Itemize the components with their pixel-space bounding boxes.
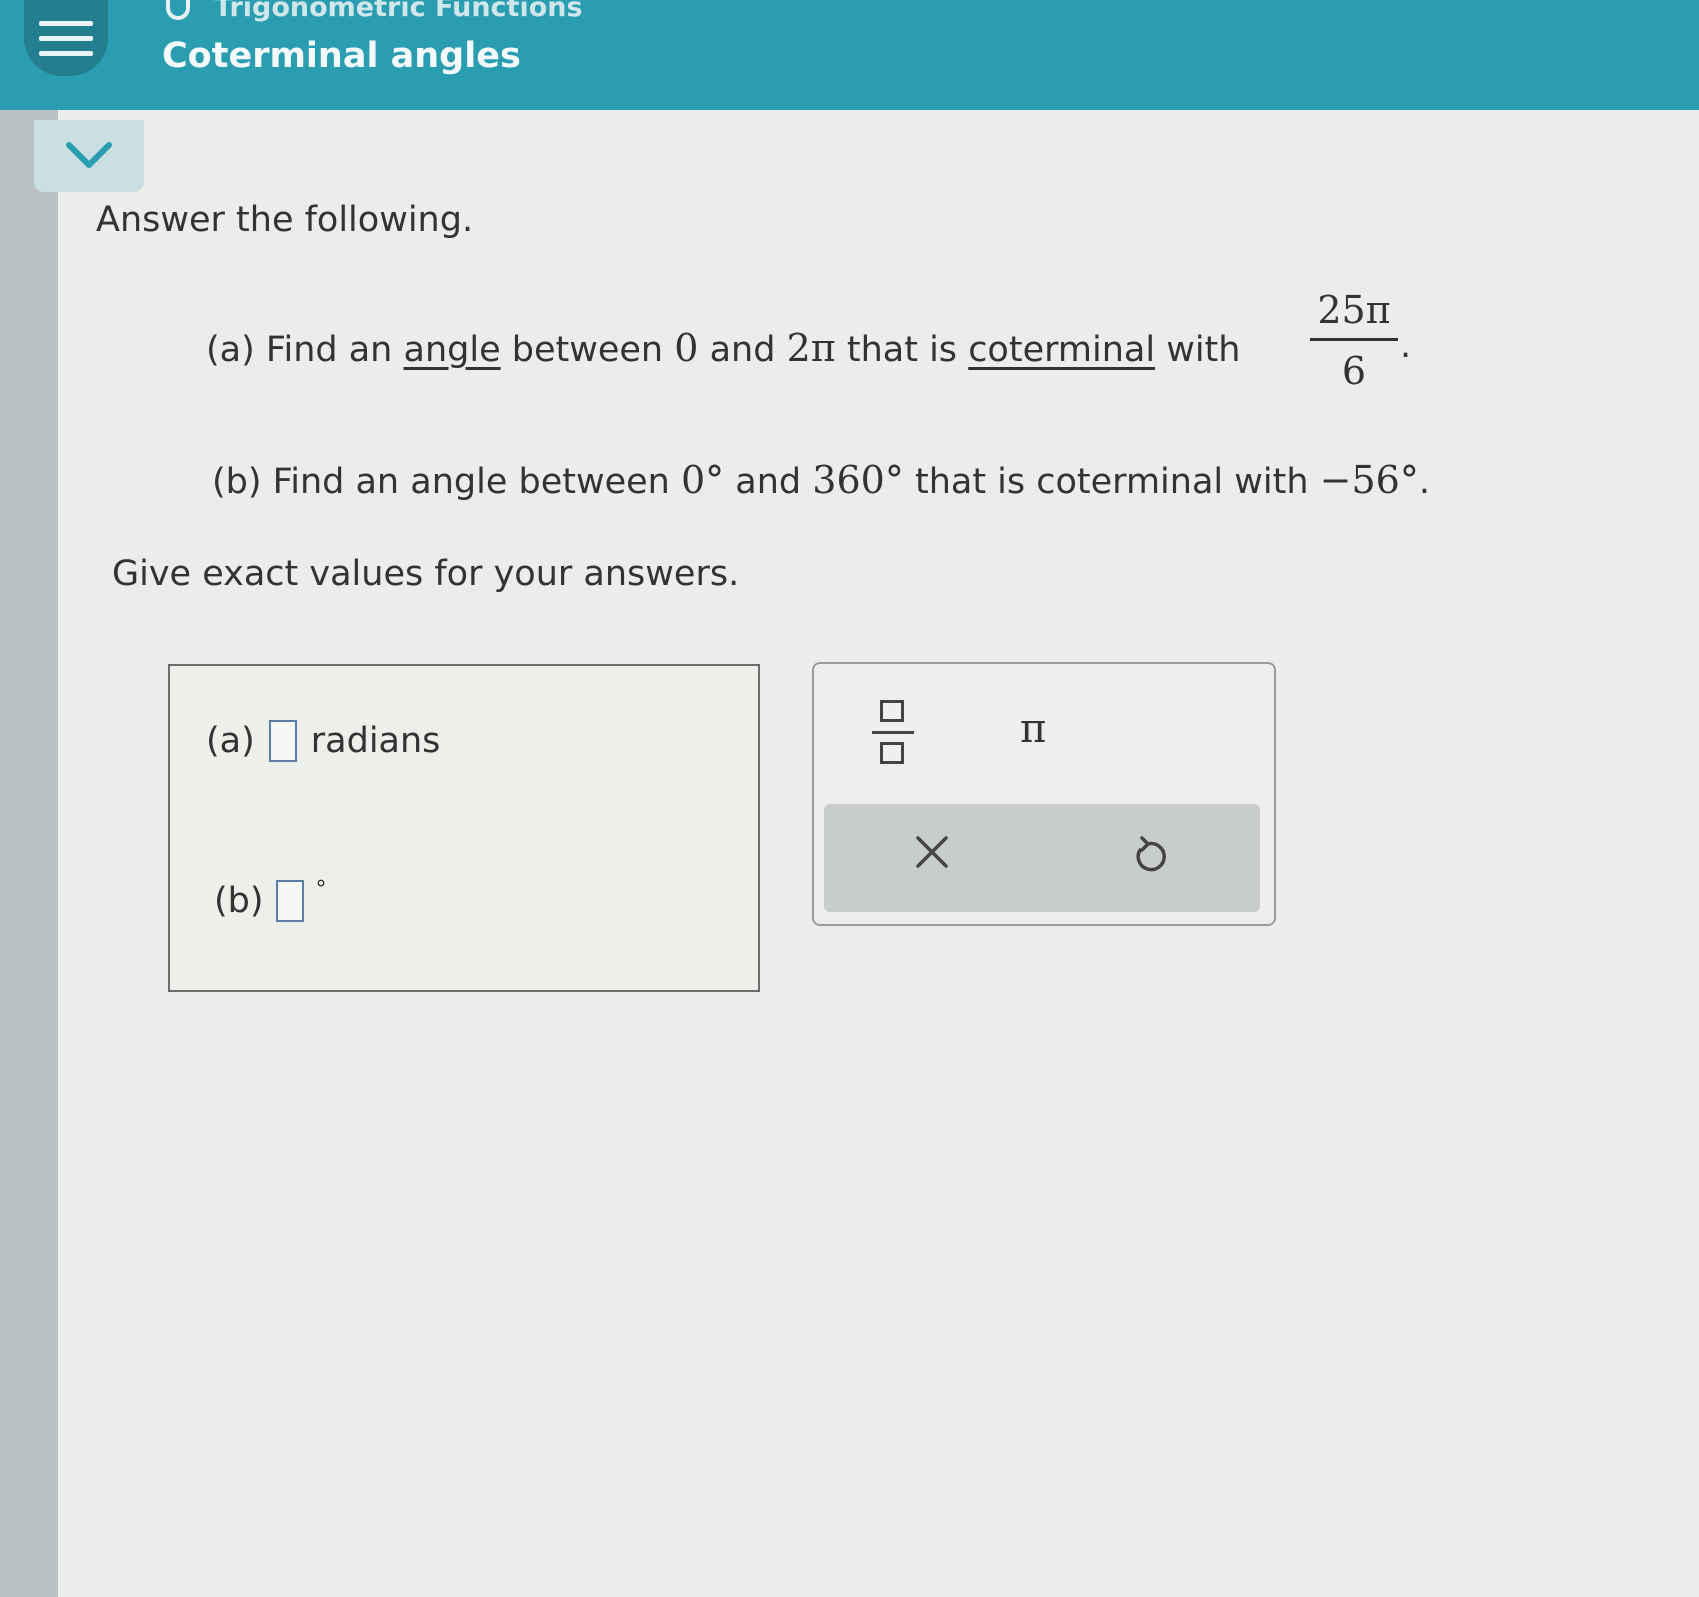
question-part-b: (b) Find an angle between 0° and 360° th… [212,458,1430,502]
part-a-and: and [709,330,776,370]
part-b-value: −56° [1319,458,1419,502]
part-a-between: between [511,330,664,370]
menu-icon-line [39,50,93,56]
fraction-bar [872,731,914,734]
part-b-label: (b) Find an angle between [212,462,670,502]
menu-button[interactable] [24,0,108,76]
undo-icon[interactable] [1128,836,1168,876]
coterminal-link[interactable]: coterminal [968,330,1155,370]
part-b-and: and [735,462,802,502]
question-intro: Answer the following. [96,200,474,240]
answer-a-label: (a) [206,721,255,761]
part-b-period: . [1418,462,1430,502]
fraction-icon[interactable] [868,700,920,766]
clear-icon[interactable] [912,832,952,872]
page-title: Coterminal angles [162,36,521,76]
answer-b-unit: ° [315,876,327,902]
part-a-low: 0 [674,326,699,370]
pi-button[interactable]: π [1020,706,1046,752]
fraction-numerator: 25π [1310,288,1398,341]
fraction-denominator: 6 [1341,349,1367,393]
part-a-label: (a) Find an [206,330,393,370]
collapse-button[interactable] [34,120,144,192]
topic-label: Trigonometric Functions [214,0,583,23]
part-b-low: 0° [680,458,725,502]
part-a-period: . [1400,326,1412,366]
part-a-that-is: that is [846,330,958,370]
fraction-denominator-box [880,742,904,764]
left-rail [0,108,58,1597]
part-b-rest: that is coterminal with [914,462,1309,502]
fraction-numerator-box [880,700,904,722]
part-b-high: 360° [812,458,904,502]
menu-icon-line [39,35,93,41]
answer-b-input[interactable] [275,880,304,922]
header-bar: Trigonometric Functions Coterminal angle… [0,0,1699,110]
keypad-action-row [824,804,1260,912]
progress-circle-icon [166,0,190,20]
instructions-note: Give exact values for your answers. [112,554,740,594]
chevron-down-icon [66,142,112,168]
answer-box [168,664,760,992]
answer-a-unit: radians [310,721,441,761]
menu-icon [39,20,93,26]
answer-b-label: (b) [214,881,264,921]
part-a-with: with [1166,330,1241,370]
angle-link[interactable]: angle [404,330,501,370]
answer-row-b: (b) ° [214,876,327,922]
fraction-25pi-over-6: 25π 6 [1310,288,1398,393]
question-part-a: (a) Find an angle between 0 and 2π that … [206,326,1240,370]
answer-row-a: (a) radians [206,720,440,762]
answer-a-input[interactable] [268,720,297,762]
part-a-high: 2π [786,326,836,370]
